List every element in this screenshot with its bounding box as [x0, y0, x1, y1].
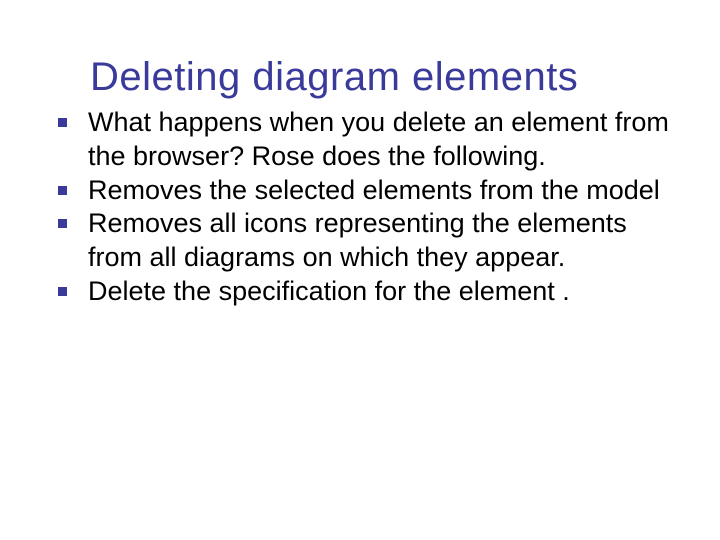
slide: Deleting diagram elements What happens w…: [0, 0, 720, 540]
list-item: What happens when you delete an element …: [40, 106, 680, 174]
slide-title: Deleting diagram elements: [90, 55, 680, 100]
bullet-list: What happens when you delete an element …: [40, 106, 680, 309]
list-item: Removes the selected elements from the m…: [40, 174, 680, 208]
list-item: Removes all icons representing the eleme…: [40, 207, 680, 275]
list-item: Delete the specification for the element…: [40, 275, 680, 309]
